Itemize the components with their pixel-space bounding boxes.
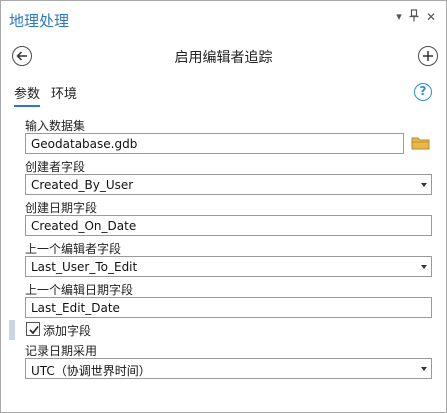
creation-date-field-input[interactable]: Created_On_Date <box>25 215 432 236</box>
last-edit-date-field-value: Last_Edit_Date <box>31 301 120 315</box>
creation-date-field-label: 创建日期字段 <box>25 201 98 215</box>
pin-icon[interactable] <box>407 9 421 25</box>
tool-header: 启用编辑者追踪 <box>1 43 446 71</box>
tool-title: 启用编辑者追踪 <box>174 50 273 66</box>
geoprocessing-pane: 地理处理 ▾ ✕ 启用编辑者追踪 参数 环境 ? 输入数据集 Geodataba… <box>0 0 447 413</box>
last-edit-date-field-input[interactable]: Last_Edit_Date <box>25 297 432 318</box>
time-format-value: UTC（协调世界时间） <box>31 364 151 378</box>
last-editor-field-value: Last_User_To_Edit <box>31 260 138 274</box>
creation-date-field-value: Created_On_Date <box>31 219 137 233</box>
help-icon[interactable]: ? <box>414 83 432 101</box>
creator-field-value: Created_By_User <box>31 178 134 192</box>
close-icon[interactable]: ✕ <box>424 9 438 25</box>
pane-menu-dropdown-icon[interactable]: ▾ <box>392 9 406 25</box>
folder-icon <box>411 137 430 150</box>
chevron-down-icon <box>421 265 427 269</box>
tab-environments[interactable]: 环境 <box>51 83 77 102</box>
browse-folder-button[interactable] <box>411 135 431 153</box>
creator-field-label: 创建者字段 <box>25 160 86 174</box>
time-format-label: 记录日期采用 <box>25 344 98 358</box>
pane-titlebar: 地理处理 ▾ ✕ <box>1 1 446 35</box>
add-fields-row: 添加字段 <box>9 320 429 340</box>
tab-parameters[interactable]: 参数 <box>14 83 41 107</box>
add-button[interactable] <box>418 46 438 66</box>
add-fields-checkbox[interactable] <box>26 322 40 336</box>
tab-strip: 参数 环境 ? <box>1 81 446 107</box>
chevron-down-icon <box>421 367 427 371</box>
input-dataset-field[interactable]: Geodatabase.gdb <box>25 133 404 154</box>
row-highlight-bar <box>9 320 15 340</box>
pane-title: 地理处理 <box>9 12 70 30</box>
plus-icon <box>423 51 433 61</box>
input-dataset-label: 输入数据集 <box>25 119 86 133</box>
input-dataset-value: Geodatabase.gdb <box>31 137 138 151</box>
add-fields-label[interactable]: 添加字段 <box>43 322 91 339</box>
creator-field-dropdown[interactable]: Created_By_User <box>25 174 432 195</box>
last-editor-field-dropdown[interactable]: Last_User_To_Edit <box>25 256 432 277</box>
last-editor-field-label: 上一个编辑者字段 <box>25 242 122 256</box>
chevron-down-icon <box>421 183 427 187</box>
checkmark-icon <box>29 326 39 335</box>
last-edit-date-field-label: 上一个编辑日期字段 <box>25 283 134 297</box>
time-format-dropdown[interactable]: UTC（协调世界时间） <box>25 358 432 379</box>
